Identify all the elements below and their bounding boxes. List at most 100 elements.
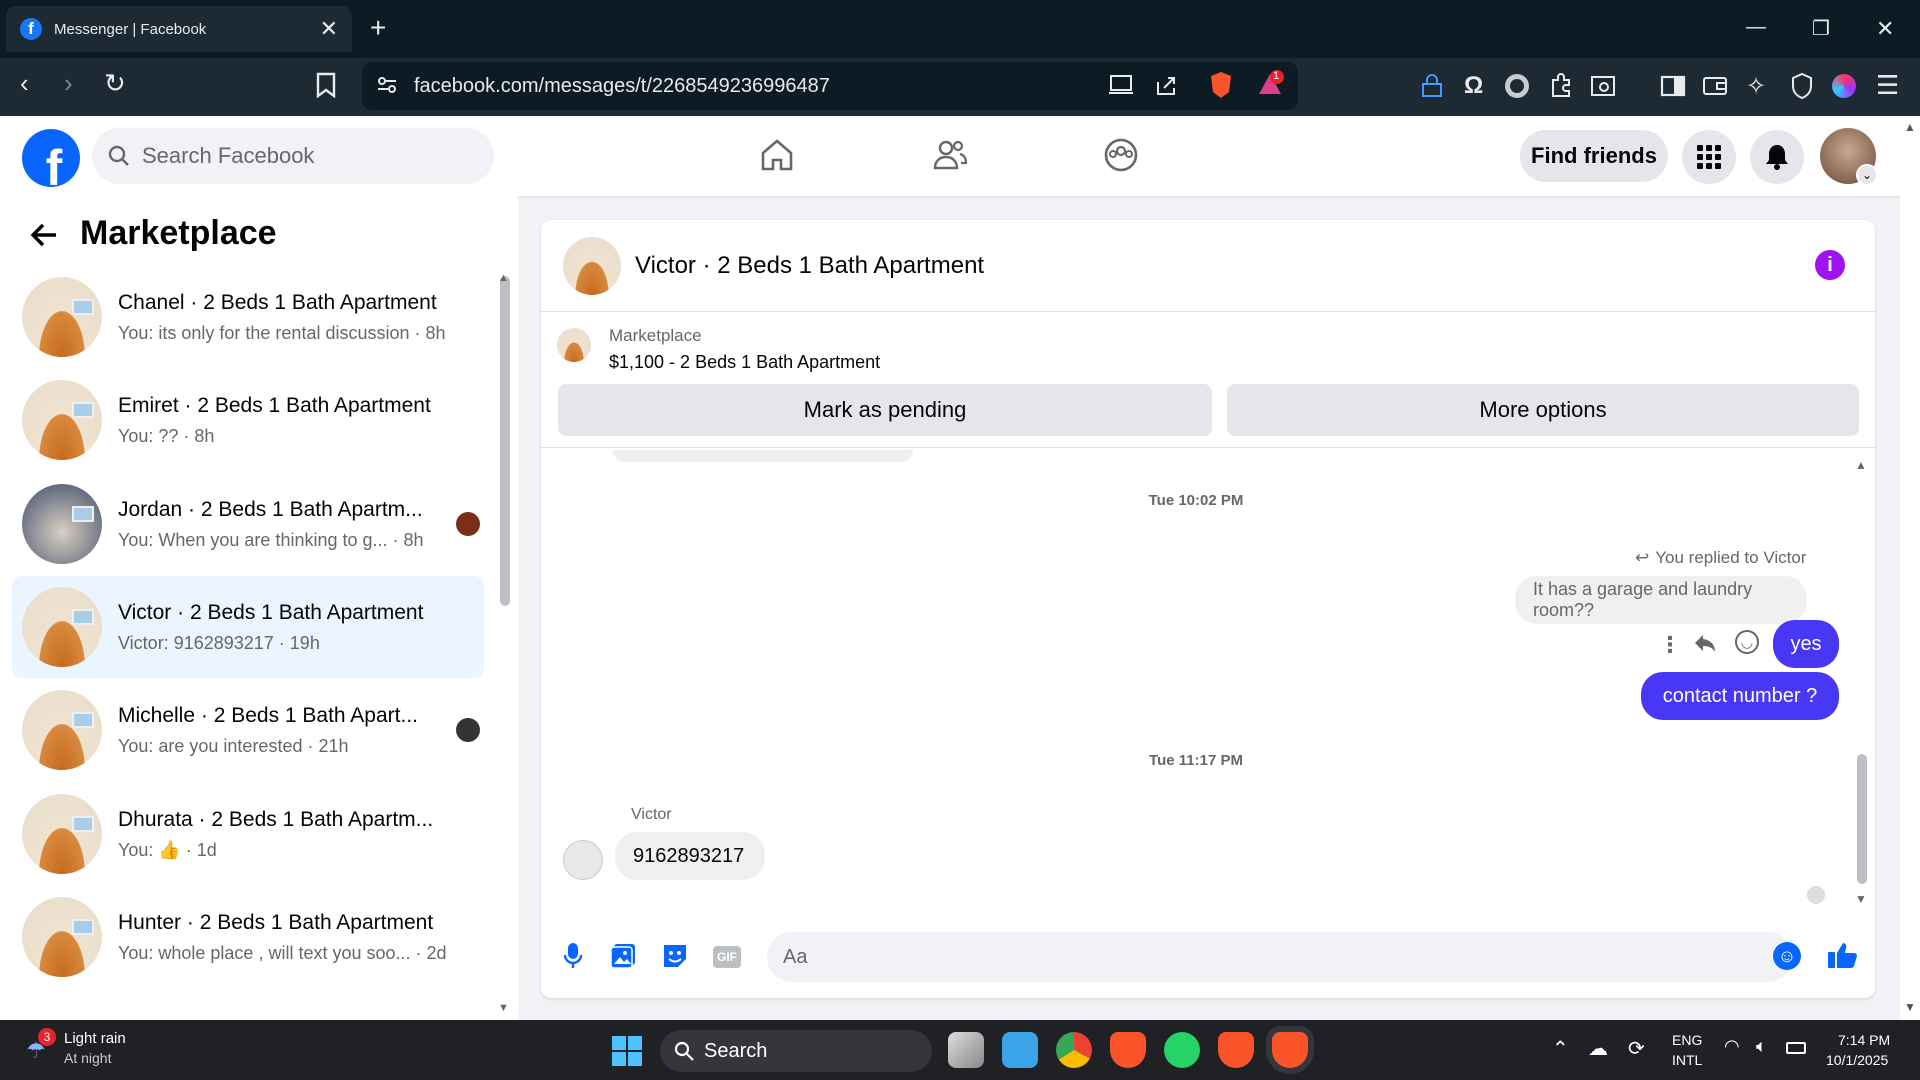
gif-icon[interactable]: GIF xyxy=(713,946,741,968)
chat-scrollbar[interactable] xyxy=(1857,754,1867,884)
thumbs-up-icon[interactable] xyxy=(1827,940,1859,970)
cast-icon[interactable] xyxy=(1108,74,1134,96)
facebook-logo-icon[interactable]: f xyxy=(22,129,80,187)
record-extension-icon[interactable] xyxy=(1505,74,1529,98)
react-emoji-icon[interactable]: ◡ xyxy=(1735,630,1759,654)
onedrive-icon[interactable]: ☁ xyxy=(1588,1036,1608,1061)
chrome-icon[interactable] xyxy=(1056,1032,1092,1068)
bookmark-icon[interactable] xyxy=(316,72,336,98)
conversations-scrollbar[interactable] xyxy=(500,276,510,606)
volume-icon[interactable]: 🔈︎ xyxy=(1756,1036,1767,1057)
marketplace-listing-card: Marketplace $1,100 - 2 Beds 1 Bath Apart… xyxy=(541,312,1875,448)
reload-icon[interactable]: ↻ xyxy=(104,68,126,99)
menu-icon[interactable]: ☰ xyxy=(1876,70,1899,101)
marketplace-conversations-panel: Marketplace Chanel · 2 Beds 1 Bath Apart… xyxy=(0,196,518,1020)
reply-action-icon[interactable] xyxy=(1693,632,1717,654)
show-hidden-icons-chevron-icon[interactable]: ⌃ xyxy=(1552,1036,1569,1061)
conversation-item[interactable]: Chanel · 2 Beds 1 Bath Apartment You: its… xyxy=(12,266,484,368)
site-settings-icon[interactable] xyxy=(376,74,398,96)
battery-icon[interactable] xyxy=(1786,1042,1806,1054)
conversation-item[interactable]: Emiret · 2 Beds 1 Bath Apartment You: ?? … xyxy=(12,369,484,471)
forward-icon[interactable]: › xyxy=(64,68,73,99)
browser-tab[interactable]: f Messenger | Facebook ✕ xyxy=(6,6,352,52)
conversation-item[interactable]: Jordan · 2 Beds 1 Bath Apartm... You: Whe… xyxy=(12,473,484,575)
facebook-search-input[interactable]: Search Facebook xyxy=(92,128,494,184)
language-secondary[interactable]: INTL xyxy=(1672,1052,1702,1068)
conversation-name: Victor · 2 Beds 1 Bath Apartment xyxy=(118,600,424,624)
info-icon[interactable]: i xyxy=(1815,250,1845,280)
page-scroll-down-icon[interactable]: ▼ xyxy=(1904,1000,1916,1014)
page-scroll-up-icon[interactable]: ▲ xyxy=(1904,120,1916,134)
windows-taskbar: ☂ 3 Light rain At night Search ⌃ ☁ ⟳ ENG… xyxy=(0,1020,1920,1080)
listing-title[interactable]: $1,100 - 2 Beds 1 Bath Apartment xyxy=(609,352,880,373)
scroll-down-icon[interactable]: ▼ xyxy=(498,1002,509,1014)
chat-header[interactable]: Victor · 2 Beds 1 Bath Apartment xyxy=(541,220,1875,312)
friends-icon[interactable] xyxy=(932,138,968,172)
task-view-icon[interactable] xyxy=(948,1032,984,1068)
password-manager-icon[interactable] xyxy=(1420,74,1444,98)
brave-browser-active-icon[interactable] xyxy=(1272,1032,1308,1068)
home-icon[interactable] xyxy=(760,138,794,172)
more-actions-icon[interactable]: ⋮ xyxy=(1659,632,1681,658)
page-scrollbar-track[interactable]: ▲ ▼ xyxy=(1900,116,1920,1020)
photo-attach-icon[interactable] xyxy=(609,942,637,970)
conversation-item[interactable]: Dhurata · 2 Beds 1 Bath Apartm... You: 👍 … xyxy=(12,783,484,885)
minimize-icon[interactable]: — xyxy=(1746,16,1766,39)
message-input[interactable]: Aa xyxy=(767,932,1793,982)
conversation-preview: You: When you are thinking to g... · 8h xyxy=(118,529,424,550)
conversation-item[interactable]: Hunter · 2 Beds 1 Bath Apartment You: who… xyxy=(12,886,484,988)
mark-as-pending-button[interactable]: Mark as pending xyxy=(558,384,1212,436)
wifi-icon[interactable]: ◠ xyxy=(1724,1036,1740,1057)
notepad-icon[interactable] xyxy=(1002,1032,1038,1068)
leo-ai-icon[interactable]: ✧ xyxy=(1746,72,1766,101)
profile-avatar[interactable]: ⌄ xyxy=(1820,128,1878,186)
taskbar-search[interactable]: Search xyxy=(660,1030,932,1072)
notifications-button[interactable] xyxy=(1750,130,1804,184)
clock-date[interactable]: 10/1/2025 xyxy=(1826,1052,1888,1068)
restore-icon[interactable]: ❐ xyxy=(1812,16,1830,41)
clock-time[interactable]: 7:14 PM xyxy=(1838,1032,1890,1048)
reader-mode-icon[interactable] xyxy=(1590,74,1616,98)
extensions-puzzle-icon[interactable] xyxy=(1548,72,1574,98)
back-arrow-icon[interactable] xyxy=(30,222,58,248)
groups-icon[interactable] xyxy=(1104,138,1138,172)
close-window-icon[interactable]: ✕ xyxy=(1876,16,1894,42)
share-icon[interactable] xyxy=(1154,74,1178,96)
chat-scroll-down-icon[interactable]: ▼ xyxy=(1855,892,1867,906)
new-tab-button[interactable]: + xyxy=(370,12,386,44)
brave-shield-icon[interactable] xyxy=(1208,70,1234,100)
brave-browser-icon[interactable] xyxy=(1110,1032,1146,1068)
sidebar-toggle-icon[interactable] xyxy=(1660,74,1686,98)
more-options-button[interactable]: More options xyxy=(1227,384,1859,436)
weather-title[interactable]: Light rain xyxy=(64,1030,126,1047)
profile-extension-icon[interactable] xyxy=(1832,74,1856,98)
back-icon[interactable]: ‹ xyxy=(20,68,29,99)
wallet-icon[interactable] xyxy=(1702,74,1728,98)
omega-extension-icon[interactable]: Ω xyxy=(1464,72,1483,100)
quoted-message[interactable]: It has a garage and laundry room?? xyxy=(1515,576,1807,624)
outgoing-message[interactable]: yes xyxy=(1773,620,1839,668)
sync-icon[interactable]: ⟳ xyxy=(1628,1036,1645,1061)
find-friends-button[interactable]: Find friends xyxy=(1520,130,1668,182)
brave-rewards-icon[interactable]: 1 xyxy=(1256,70,1284,98)
vpn-icon[interactable] xyxy=(1790,72,1814,100)
close-tab-icon[interactable]: ✕ xyxy=(320,16,338,42)
sticker-icon[interactable] xyxy=(661,942,689,970)
whatsapp-icon[interactable] xyxy=(1164,1032,1200,1068)
address-bar[interactable]: facebook.com/messages/t/2268549236996487… xyxy=(362,62,1298,110)
windows-start-icon[interactable] xyxy=(612,1036,642,1066)
conversation-item-active[interactable]: Victor · 2 Beds 1 Bath Apartment Victor: … xyxy=(12,576,484,678)
language-primary[interactable]: ENG xyxy=(1672,1032,1702,1048)
sender-avatar[interactable] xyxy=(563,840,603,880)
outgoing-message[interactable]: contact number ? xyxy=(1641,672,1839,720)
conversation-item[interactable]: Michelle · 2 Beds 1 Bath Apart... You: ar… xyxy=(12,679,484,781)
brave-browser-icon[interactable] xyxy=(1218,1032,1254,1068)
chevron-down-icon[interactable]: ⌄ xyxy=(1856,164,1878,186)
emoji-icon[interactable]: ☺ xyxy=(1773,942,1801,970)
scroll-up-icon[interactable]: ▲ xyxy=(498,272,509,284)
chat-scroll-up-icon[interactable]: ▲ xyxy=(1855,458,1867,472)
facebook-favicon-icon: f xyxy=(20,18,42,40)
menu-grid-button[interactable] xyxy=(1682,130,1736,184)
incoming-message[interactable]: 9162893217 xyxy=(615,832,765,880)
microphone-icon[interactable] xyxy=(563,942,583,970)
